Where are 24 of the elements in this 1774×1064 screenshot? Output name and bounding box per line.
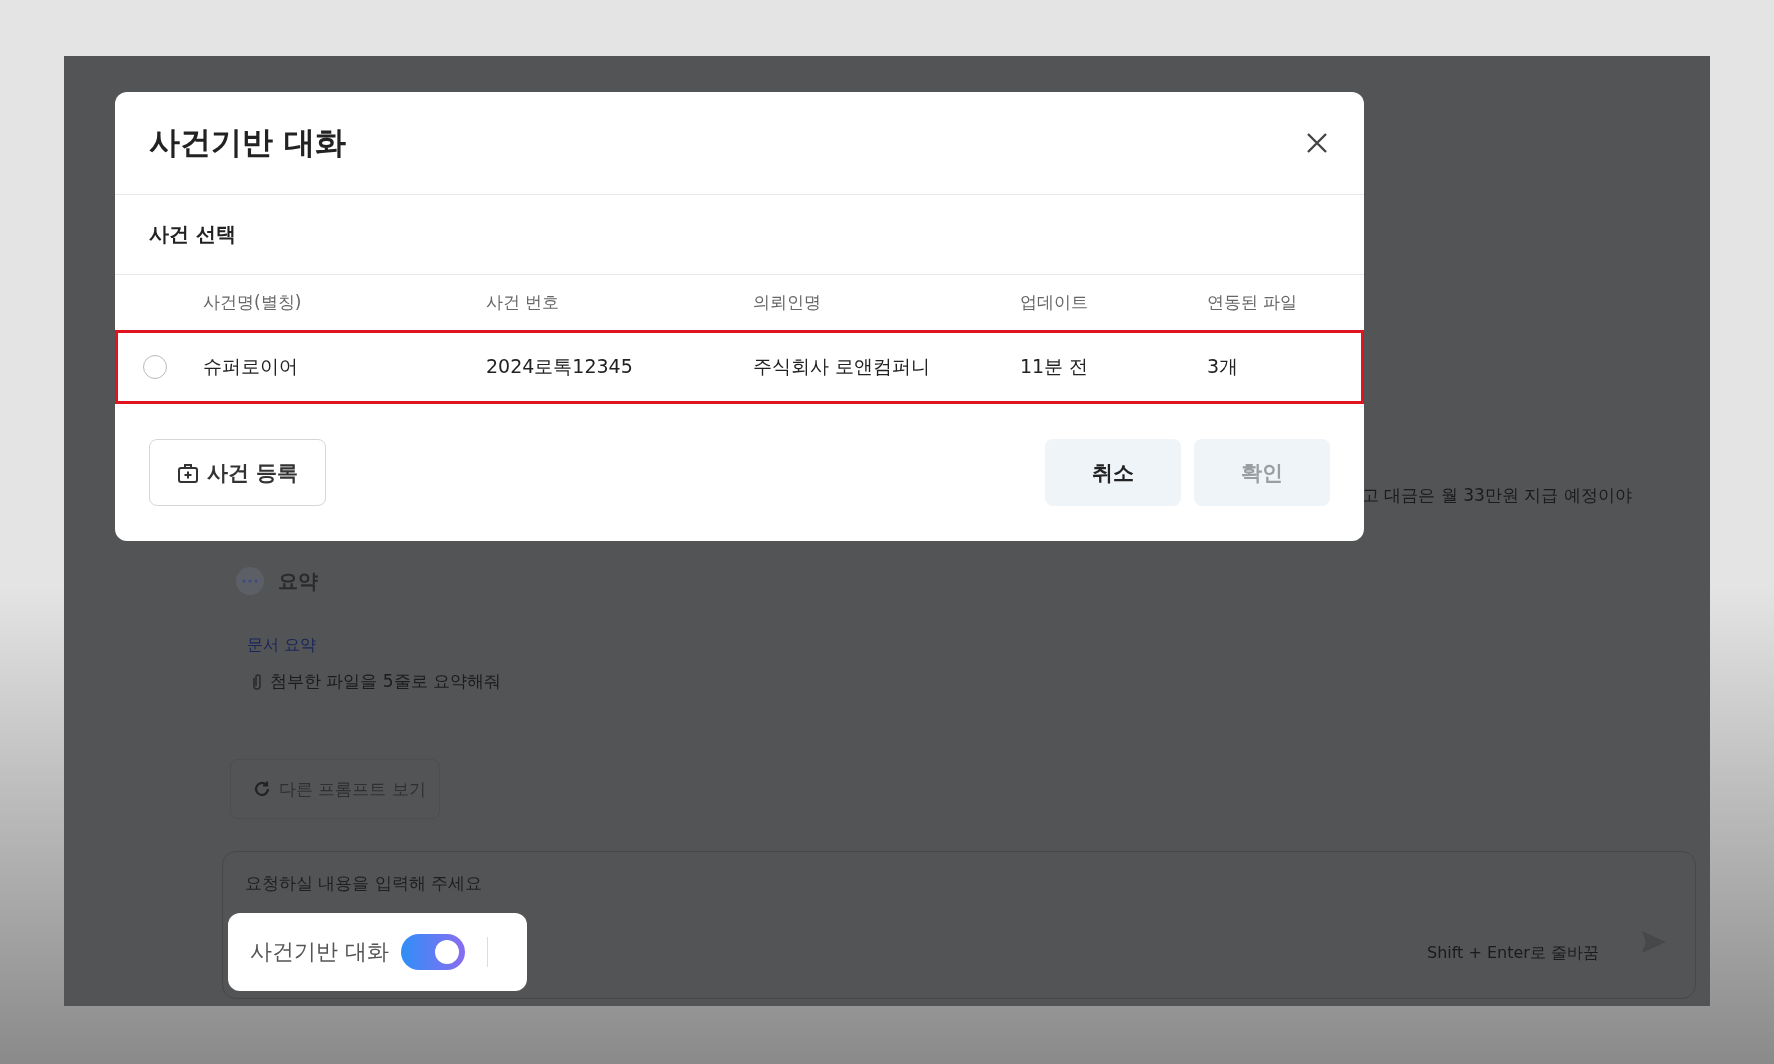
column-header: 사건명(별칭) — [203, 291, 303, 314]
column-header: 연동된 파일 — [1207, 291, 1299, 314]
case-chat-toggle[interactable] — [401, 934, 465, 970]
case-row[interactable]: 슈퍼로이어 2024로톡12345 주식회사 로앤컴퍼니 11분 전 3개 — [115, 330, 1364, 404]
column-header: 사건 번호 — [486, 291, 561, 314]
newline-hint: Shift + Enter로 줄바꿈 — [1427, 943, 1599, 964]
table-cell-text: 주식회사 로앤컴퍼니 — [753, 354, 932, 379]
toggle-label: 사건기반 대화 — [250, 938, 389, 966]
refresh-icon — [253, 780, 271, 798]
section-title: 사건 선택 — [115, 195, 1364, 275]
cancel-button[interactable]: 취소 — [1045, 439, 1181, 506]
paperclip-icon — [250, 672, 264, 691]
prompt-category: 문서 요약 — [247, 635, 318, 656]
table-cell-text: 3개 — [1207, 354, 1240, 379]
table-cell-text: 2024로톡12345 — [486, 354, 634, 379]
dots-icon — [236, 567, 264, 595]
table-cell-text: 슈퍼로이어 — [203, 354, 299, 379]
chat-message: 고 대금은 월 33만원 지급 예정이야 — [1362, 484, 1633, 507]
column-header: 업데이트 — [1020, 291, 1089, 314]
briefcase-plus-icon — [176, 461, 199, 484]
register-button[interactable]: 사건 등록 — [149, 439, 326, 506]
table-cell-text: 11분 전 — [1020, 354, 1090, 379]
dialog-title: 사건기반 대화 — [149, 123, 346, 162]
column-header: 의뢰인명 — [753, 291, 822, 314]
